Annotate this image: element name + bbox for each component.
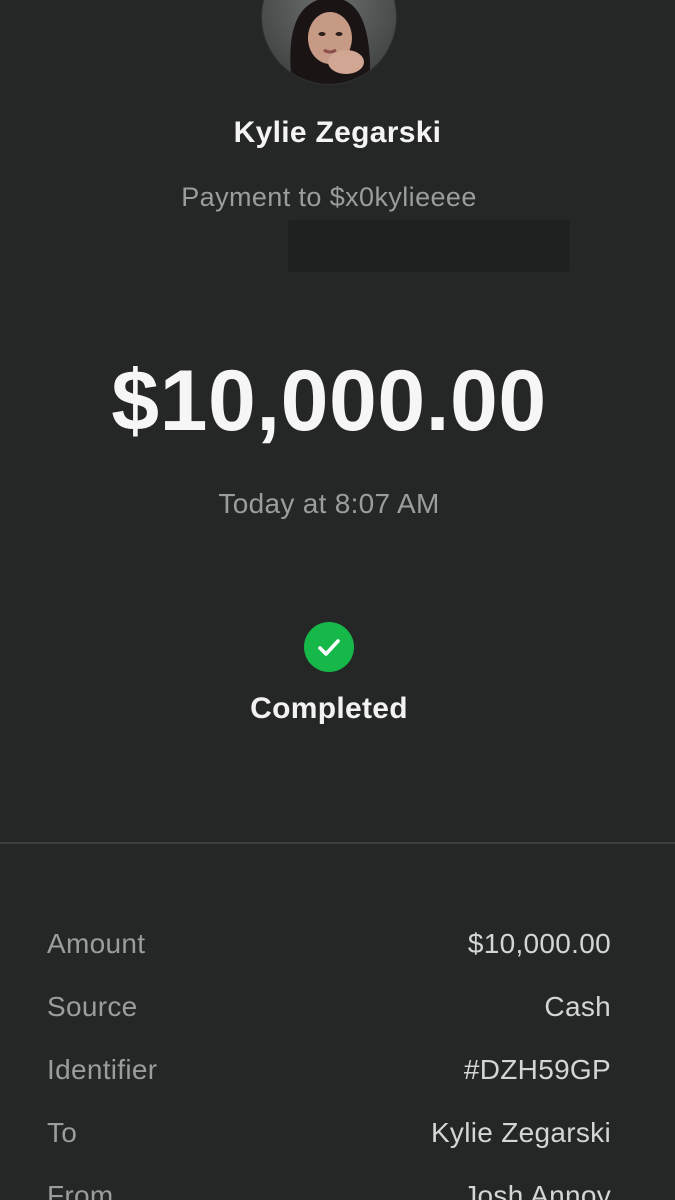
detail-value: Josh Annoy [463, 1180, 611, 1200]
payment-subtitle: Payment to $x0kylieeee [181, 182, 477, 212]
checkmark-circle-icon [304, 622, 354, 672]
detail-row-source: Source Cash [0, 981, 675, 1044]
redacted-area [288, 220, 570, 272]
detail-row-to: To Kylie Zegarski [0, 1107, 675, 1170]
detail-value: $10,000.00 [467, 928, 611, 959]
section-divider [0, 842, 675, 844]
detail-value: #DZH59GP [463, 1054, 611, 1085]
profile-photo [262, 0, 396, 84]
detail-label: Source [47, 991, 138, 1022]
payment-timestamp: Today at 8:07 AM [218, 488, 440, 519]
detail-row-from: From Josh Annoy [0, 1170, 675, 1200]
avatar[interactable] [262, 0, 396, 84]
detail-row-amount: Amount $10,000.00 [0, 918, 675, 981]
payment-amount: $10,000.00 [111, 353, 547, 449]
detail-row-identifier: Identifier #DZH59GP [0, 1044, 675, 1107]
detail-label: Identifier [47, 1054, 158, 1085]
detail-label: From [47, 1180, 114, 1200]
recipient-name: Kylie Zegarski [233, 116, 442, 149]
detail-value: Kylie Zegarski [430, 1117, 611, 1148]
payment-details-list: Amount $10,000.00 Source Cash Identifier… [0, 918, 675, 1200]
payment-status: Completed [250, 692, 408, 725]
detail-label: To [47, 1117, 78, 1148]
payment-receipt-screen: Kylie Zegarski Payment to $x0kylieeee $1… [0, 0, 675, 1200]
detail-value: Cash [544, 991, 611, 1022]
detail-label: Amount [47, 928, 146, 959]
